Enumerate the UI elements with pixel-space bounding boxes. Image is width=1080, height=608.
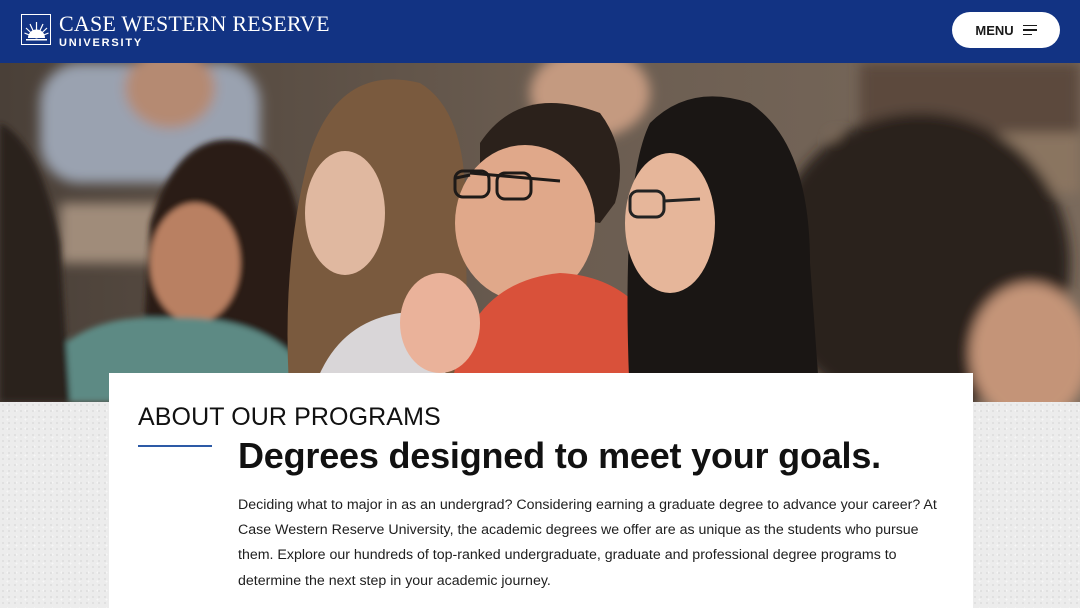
menu-lines-icon: [1022, 24, 1037, 36]
programs-intro-card: ABOUT OUR PROGRAMS Degrees designed to m…: [109, 373, 973, 608]
site-header: CASE WESTERN RESERVE UNIVERSITY MENU: [0, 0, 1080, 63]
hero-image: [0, 63, 1080, 402]
intro-paragraph: Deciding what to major in as an undergra…: [238, 497, 937, 589]
menu-button[interactable]: MENU: [952, 12, 1060, 48]
logo-title: CASE WESTERN RESERVE: [59, 11, 330, 36]
logo-subtitle: UNIVERSITY: [59, 37, 144, 49]
section-eyebrow: ABOUT OUR PROGRAMS: [138, 403, 441, 431]
university-logo-link[interactable]: CASE WESTERN RESERVE UNIVERSITY: [21, 11, 330, 49]
menu-label: MENU: [975, 22, 1014, 38]
accent-rule: [138, 445, 212, 447]
page-title: Degrees designed to meet your goals.: [238, 435, 881, 476]
sunburst-logo-icon: [21, 14, 51, 45]
